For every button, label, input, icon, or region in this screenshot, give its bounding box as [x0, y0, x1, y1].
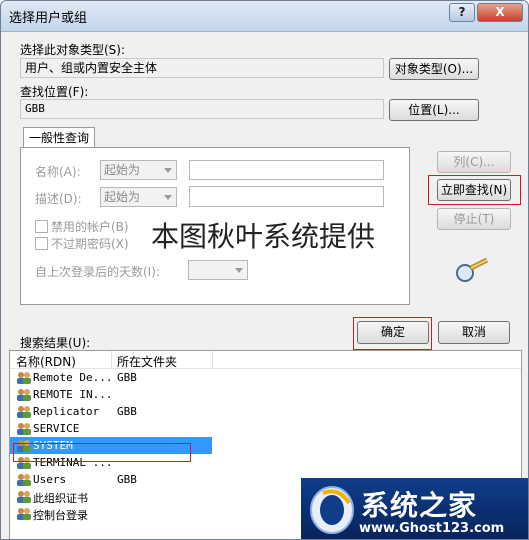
user-group-icon: [17, 406, 31, 418]
table-row[interactable]: 控制台登录: [10, 505, 310, 522]
row-name: REMOTE IN...: [33, 388, 113, 401]
row-folder: GBB: [117, 405, 137, 418]
user-group-icon: [17, 508, 31, 520]
stop-button[interactable]: 停止(T): [437, 208, 511, 230]
column-divider[interactable]: [111, 351, 112, 368]
close-button[interactable]: X: [477, 3, 523, 22]
location-label: 查找位置(F):: [20, 85, 89, 99]
search-results-label: 搜索结果(U):: [20, 336, 91, 350]
non-expiring-password-label: 不过期密码(X): [51, 237, 129, 251]
table-row[interactable]: SERVICE: [10, 420, 310, 437]
name-label: 名称(A):: [35, 165, 81, 179]
user-group-icon: [17, 423, 31, 435]
logo-emblem-icon: [310, 486, 354, 534]
object-type-label: 选择此对象类型(S):: [20, 43, 126, 57]
row-name: 控制台登录: [33, 509, 88, 522]
logo-url: www.Ghost123.com: [359, 521, 505, 536]
name-match-value: 起始为: [104, 163, 141, 177]
system-row-highlight: [13, 443, 191, 462]
logo-text: 系统之家: [361, 489, 478, 522]
results-header: 名称(RDN) 所在文件夹: [10, 351, 521, 369]
column-header-folder[interactable]: 所在文件夹: [117, 353, 177, 370]
user-group-icon: [17, 389, 31, 401]
site-logo: 系统之家 www.Ghost123.com: [301, 478, 528, 539]
row-folder: GBB: [117, 371, 137, 384]
name-input[interactable]: [189, 160, 384, 180]
table-row[interactable]: Users GBB: [10, 471, 310, 488]
days-since-logon-label: 自上次登录后的天数(I):: [35, 265, 160, 279]
column-divider[interactable]: [212, 351, 213, 368]
watermark-text: 本图秋叶系统提供: [151, 220, 376, 253]
name-match-combo[interactable]: 起始为: [100, 160, 177, 180]
disabled-accounts-checkbox[interactable]: [35, 220, 48, 233]
window-title: 选择用户或组: [9, 11, 88, 26]
row-name: 此组织证书: [33, 492, 88, 505]
select-users-dialog: 选择用户或组 ? X 选择此对象类型(S): 用户、组或内置安全主体 对象类型(…: [0, 0, 529, 540]
column-header-name[interactable]: 名称(RDN): [16, 353, 76, 370]
chevron-down-icon: [164, 195, 172, 200]
days-since-logon-combo[interactable]: [188, 260, 248, 280]
user-group-icon: [17, 474, 31, 486]
chevron-down-icon: [164, 168, 172, 173]
title-bar: 选择用户或组 ? X: [1, 1, 528, 32]
row-name: Remote De...: [33, 371, 113, 384]
description-input[interactable]: [189, 186, 384, 207]
description-match-combo[interactable]: 起始为: [100, 187, 177, 207]
user-group-icon: [17, 491, 31, 503]
locations-button[interactable]: 位置(L)...: [389, 99, 479, 121]
find-now-button[interactable]: 立即查找(N): [437, 179, 511, 201]
user-group-icon: [17, 372, 31, 384]
location-value: GBB: [20, 99, 384, 119]
tab-general-query[interactable]: 一般性查询: [23, 127, 95, 148]
search-flashlight-icon: [456, 257, 489, 282]
help-button[interactable]: ?: [449, 3, 475, 22]
ok-button[interactable]: 确定: [357, 321, 429, 344]
description-label: 描述(D):: [35, 192, 82, 206]
table-row[interactable]: Remote De... GBB: [10, 369, 310, 386]
description-match-value: 起始为: [104, 190, 141, 204]
table-row[interactable]: Replicator GBB: [10, 403, 310, 420]
table-row[interactable]: 此组织证书: [10, 488, 310, 505]
columns-button[interactable]: 列(C)...: [437, 151, 511, 173]
row-name: Replicator: [33, 405, 100, 418]
object-types-button[interactable]: 对象类型(O)...: [389, 58, 479, 80]
row-name: SERVICE: [33, 422, 80, 435]
non-expiring-password-checkbox[interactable]: [35, 237, 48, 250]
row-folder: GBB: [117, 473, 137, 486]
chevron-down-icon: [235, 268, 243, 273]
disabled-accounts-label: 禁用的帐户(B): [51, 220, 129, 234]
cancel-button[interactable]: 取消: [438, 321, 510, 344]
row-name: Users: [33, 473, 67, 486]
object-type-value: 用户、组或内置安全主体: [20, 58, 384, 78]
table-row[interactable]: REMOTE IN...: [10, 386, 310, 403]
